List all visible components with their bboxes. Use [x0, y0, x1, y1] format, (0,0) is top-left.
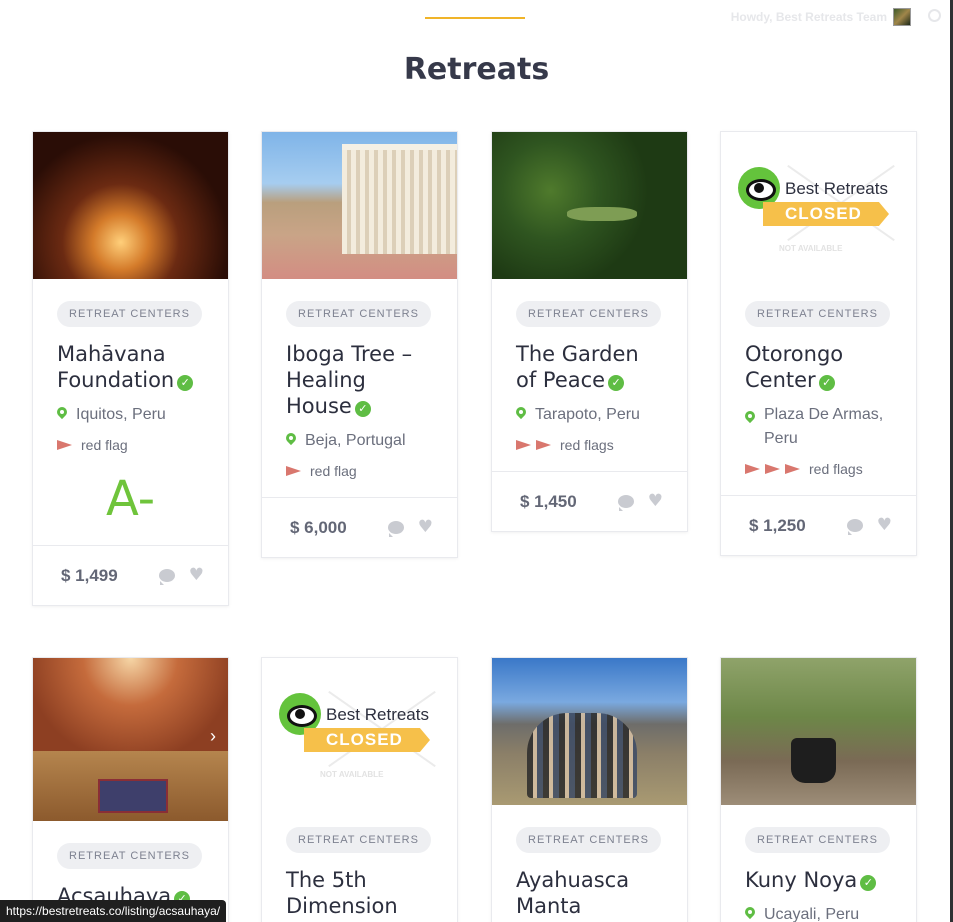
heart-icon[interactable]: ♥ — [418, 519, 433, 536]
not-available-text: NOT AVAILABLE — [320, 770, 384, 779]
listing-title[interactable]: Ayahuasca Manta — [516, 867, 663, 919]
red-flag-icon — [536, 439, 552, 451]
listing-title[interactable]: Kuny Noya ✓ — [745, 867, 892, 893]
logo-brand-text: Best Retreats — [785, 179, 888, 198]
listing-image[interactable] — [492, 132, 687, 279]
category-badge[interactable]: RETREAT CENTERS — [516, 827, 661, 853]
logo-brand-text: Best Retreats — [326, 705, 429, 724]
listing-location: Beja, Portugal — [286, 429, 433, 453]
listing-title[interactable]: Iboga Tree – Healing House ✓ — [286, 341, 433, 419]
chevron-right-icon[interactable]: › — [210, 726, 216, 747]
card-footer: $ 1,499 ♥ — [33, 545, 228, 605]
card-footer: $ 1,250 ♥ — [721, 495, 916, 555]
category-badge[interactable]: RETREAT CENTERS — [286, 301, 431, 327]
listing-card[interactable]: Best Retreats CLOSED NOT AVAILABLE RETRE… — [261, 657, 458, 922]
search-icon[interactable] — [928, 9, 941, 22]
listing-grade: A- — [105, 471, 156, 527]
comment-icon[interactable] — [158, 569, 175, 585]
listing-location: Plaza De Armas, Peru — [745, 403, 892, 451]
listing-card[interactable]: › RETREAT CENTERS Acsauhaya ✓ — [32, 657, 229, 922]
red-flags: red flag — [286, 463, 433, 479]
closed-banner: CLOSED — [763, 202, 889, 226]
category-badge[interactable]: RETREAT CENTERS — [57, 843, 202, 869]
red-flag-icon — [286, 465, 302, 477]
verified-icon: ✓ — [354, 401, 371, 417]
red-flag-icon — [745, 463, 761, 475]
listing-location: Iquitos, Peru — [57, 403, 204, 427]
not-available-text: NOT AVAILABLE — [779, 244, 843, 253]
listing-title[interactable]: Mahāvana Foundation ✓ — [57, 341, 204, 393]
red-flags: red flags — [516, 437, 663, 453]
card-footer: $ 1,450 ♥ — [492, 471, 687, 531]
red-flags: red flag — [57, 437, 204, 453]
listing-price: $ 6,000 — [290, 517, 347, 537]
category-badge[interactable]: RETREAT CENTERS — [286, 827, 431, 853]
comment-icon[interactable] — [617, 495, 634, 511]
comment-icon[interactable] — [846, 519, 863, 535]
verified-icon: ✓ — [177, 375, 194, 391]
heart-icon[interactable]: ♥ — [189, 567, 204, 584]
link-status-bar: https://bestretreats.co/listing/acsauhay… — [0, 900, 227, 922]
verified-icon: ✓ — [860, 875, 877, 891]
location-pin-icon — [745, 907, 755, 922]
location-pin-icon — [745, 411, 755, 427]
listing-price: $ 1,450 — [520, 491, 577, 511]
avatar[interactable] — [893, 8, 911, 26]
comment-icon[interactable] — [387, 521, 404, 537]
listing-title[interactable]: The Garden of Peace ✓ — [516, 341, 663, 393]
listing-card[interactable]: RETREAT CENTERS Mahāvana Foundation ✓ Iqu… — [32, 131, 229, 606]
page-title: Retreats — [403, 52, 550, 87]
listing-title[interactable]: The 5th Dimension — [286, 867, 433, 919]
listing-image[interactable] — [492, 658, 687, 805]
category-badge[interactable]: RETREAT CENTERS — [745, 301, 890, 327]
red-flag-icon — [765, 463, 781, 475]
listing-price: $ 1,499 — [61, 565, 118, 585]
listing-card[interactable]: Best Retreats CLOSED NOT AVAILABLE RETRE… — [720, 131, 917, 556]
verified-icon: ✓ — [818, 375, 835, 391]
header-accent-line — [425, 17, 525, 19]
listing-location: Ucayali, Peru — [745, 903, 892, 922]
category-badge[interactable]: RETREAT CENTERS — [516, 301, 661, 327]
listing-image[interactable] — [33, 132, 228, 279]
location-pin-icon — [516, 407, 526, 423]
location-pin-icon — [286, 433, 296, 449]
listing-card[interactable]: RETREAT CENTERS The Garden of Peace ✓ Tar… — [491, 131, 688, 532]
greeting-text: Howdy, Best Retreats Team — [730, 10, 887, 24]
red-flag-icon — [516, 439, 532, 451]
listing-card[interactable]: RETREAT CENTERS Ayahuasca Manta — [491, 657, 688, 922]
verified-icon: ✓ — [608, 375, 625, 391]
red-flags: red flags — [745, 461, 892, 477]
red-flag-icon — [785, 463, 801, 475]
user-greeting[interactable]: Howdy, Best Retreats Team — [731, 8, 911, 26]
category-badge[interactable]: RETREAT CENTERS — [745, 827, 890, 853]
location-pin-icon — [57, 407, 67, 423]
listing-image-closed[interactable]: Best Retreats CLOSED NOT AVAILABLE — [721, 132, 916, 279]
card-footer: $ 6,000 ♥ — [262, 497, 457, 557]
listing-location: Tarapoto, Peru — [516, 403, 663, 427]
listing-image-closed[interactable]: Best Retreats CLOSED NOT AVAILABLE — [262, 658, 457, 805]
category-badge[interactable]: RETREAT CENTERS — [57, 301, 202, 327]
listing-card[interactable]: RETREAT CENTERS Kuny Noya ✓ Ucayali, Peru — [720, 657, 917, 922]
listing-title[interactable]: Otorongo Center ✓ — [745, 341, 892, 393]
red-flag-icon — [57, 439, 73, 451]
listing-image[interactable] — [262, 132, 457, 279]
closed-banner: CLOSED — [304, 728, 430, 752]
heart-icon[interactable]: ♥ — [648, 493, 663, 510]
heart-icon[interactable]: ♥ — [877, 517, 892, 534]
listing-card[interactable]: RETREAT CENTERS Iboga Tree – Healing Hou… — [261, 131, 458, 558]
listing-image[interactable] — [721, 658, 916, 805]
listing-price: $ 1,250 — [749, 515, 806, 535]
listing-image[interactable]: › — [33, 658, 228, 821]
